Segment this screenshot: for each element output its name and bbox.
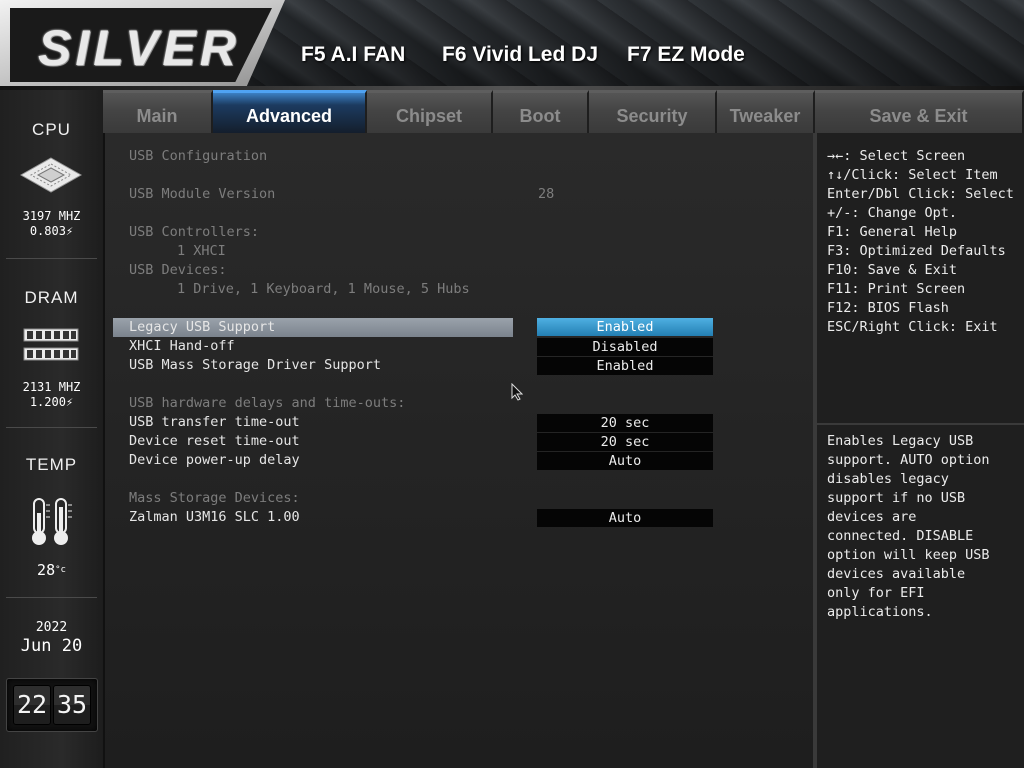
tab-boot[interactable]: Boot (493, 90, 589, 133)
module-version-label: USB Module Version (129, 186, 276, 202)
help-description-line: Enables Legacy USB (827, 433, 974, 449)
dram-icon (23, 328, 79, 361)
tab-chipset[interactable]: Chipset (367, 90, 493, 133)
legacy-usb-label[interactable]: Legacy USB Support (129, 318, 275, 337)
tab-main[interactable]: Main (103, 90, 213, 133)
module-version-value: 28 (538, 186, 555, 202)
help-description-line: applications. (827, 604, 933, 620)
header-bar: SILVER F5 A.I FAN F6 Vivid Led DJ F7 EZ … (0, 0, 1024, 90)
help-description-line: devices are (827, 509, 917, 525)
section-title: USB Configuration (129, 148, 268, 164)
help-panel: →←: Select Screen ↑↓/Click: Select Item … (815, 133, 1024, 768)
logo: SILVER (38, 20, 240, 76)
help-description-line: connected. DISABLE (827, 528, 974, 544)
help-key-line: F10: Save & Exit (827, 262, 958, 278)
status-sidebar: CPU 3197 MHZ 0.803⚡ DRAM 2131 MHZ 1.200⚡… (0, 90, 105, 768)
zalman-device-label[interactable]: Zalman U3M16 SLC 1.00 (129, 508, 300, 527)
hotkey-vivid-led[interactable]: F6 Vivid Led DJ (442, 43, 598, 67)
dram-voltage: 1.200⚡ (29, 395, 74, 409)
clock-minute: 35 (53, 685, 91, 725)
date-year: 2022 (35, 620, 68, 635)
tab-security[interactable]: Security (589, 90, 717, 133)
thermometer-icon (32, 498, 72, 545)
temperature-value: 28°c (37, 561, 66, 579)
help-description-line: devices available (827, 566, 966, 582)
help-description-line: support. AUTO option (827, 452, 990, 468)
devices-value: 1 Drive, 1 Keyboard, 1 Mouse, 5 Hubs (177, 281, 470, 297)
help-description-line: only for EFI (827, 585, 925, 601)
controllers-label: USB Controllers: (129, 224, 260, 240)
transfer-timeout-label[interactable]: USB transfer time-out (129, 413, 300, 432)
tab-advanced[interactable]: Advanced (213, 90, 367, 133)
help-description-line: option will keep USB (827, 547, 990, 563)
powerup-delay-option[interactable]: Auto (537, 452, 713, 470)
transfer-timeout-option[interactable]: 20 sec (537, 414, 713, 432)
voltage-bolt-icon: ⚡ (65, 224, 74, 238)
powerup-delay-label[interactable]: Device power-up delay (129, 451, 300, 470)
hotkey-ez-mode[interactable]: F7 EZ Mode (627, 43, 745, 67)
cpu-frequency: 3197 MHZ (22, 209, 81, 223)
date-month-day: Jun 20 (20, 636, 83, 656)
delays-header: USB hardware delays and time-outs: (129, 395, 406, 411)
dram-frequency: 2131 MHZ (22, 380, 81, 394)
mass-storage-driver-label[interactable]: USB Mass Storage Driver Support (129, 356, 381, 375)
tab-save-exit[interactable]: Save & Exit (815, 90, 1024, 133)
mouse-pointer-icon (511, 383, 523, 401)
voltage-bolt-icon: ⚡ (65, 395, 74, 409)
help-divider (817, 423, 1024, 425)
settings-panel: USB Configuration USB Module Version 28 … (105, 133, 815, 768)
xhci-handoff-option[interactable]: Disabled (537, 338, 713, 356)
zalman-device-option[interactable]: Auto (537, 509, 713, 527)
cpu-icon (19, 157, 83, 193)
legacy-usb-option[interactable]: Enabled (537, 318, 713, 336)
mass-storage-driver-option[interactable]: Enabled (537, 357, 713, 375)
clock-hour: 22 (13, 685, 51, 725)
tab-tweaker[interactable]: Tweaker (717, 90, 815, 133)
help-key-line: →←: Select Screen (827, 148, 966, 164)
help-key-line: ↑↓/Click: Select Item (827, 167, 998, 183)
mass-devices-header: Mass Storage Devices: (129, 490, 300, 506)
help-key-line: F11: Print Screen (827, 281, 966, 297)
cpu-voltage: 0.803⚡ (29, 224, 74, 238)
reset-timeout-option[interactable]: 20 sec (537, 433, 713, 451)
help-description-line: disables legacy (827, 471, 949, 487)
dram-label: DRAM (24, 288, 79, 307)
cpu-label: CPU (32, 120, 71, 139)
clock-display: 22 35 (6, 678, 98, 732)
help-key-line: F3: Optimized Defaults (827, 243, 1006, 259)
help-key-line: Enter/Dbl Click: Select (827, 186, 1014, 202)
temp-label: TEMP (25, 455, 78, 474)
reset-timeout-label[interactable]: Device reset time-out (129, 432, 300, 451)
controllers-value: 1 XHCI (177, 243, 226, 259)
help-key-line: +/-: Change Opt. (827, 205, 958, 221)
help-description-line: support if no USB (827, 490, 966, 506)
help-key-line: F1: General Help (827, 224, 958, 240)
help-key-line: F12: BIOS Flash (827, 300, 949, 316)
hotkey-ai-fan[interactable]: F5 A.I FAN (301, 43, 405, 67)
devices-label: USB Devices: (129, 262, 227, 278)
xhci-handoff-label[interactable]: XHCI Hand-off (129, 337, 235, 356)
tab-bar: Main Advanced Chipset Boot Security Twea… (103, 90, 1024, 133)
help-key-line: ESC/Right Click: Exit (827, 319, 998, 335)
